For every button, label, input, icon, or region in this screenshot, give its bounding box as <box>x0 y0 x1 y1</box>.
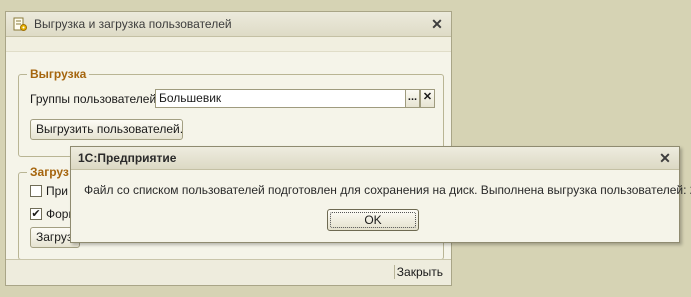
select-button[interactable]: ... <box>405 89 420 108</box>
close-icon[interactable]: ✕ <box>429 16 445 32</box>
focus-ring <box>330 212 416 228</box>
dialog-title: 1С:Предприятие <box>78 151 177 165</box>
ok-button[interactable]: OK <box>327 209 419 231</box>
window-title-bar[interactable]: Выгрузка и загрузка пользователей ✕ <box>6 12 451 37</box>
close-button[interactable]: Закрыть <box>397 265 443 279</box>
import-group-legend: Загруз <box>27 165 72 179</box>
export-group: Выгрузка Группы пользователей: Большевик… <box>18 67 444 157</box>
document-gear-icon <box>13 17 27 31</box>
dialog-message: Файл со списком пользователей подготовле… <box>84 183 691 197</box>
clear-icon[interactable]: ✕ <box>420 89 435 108</box>
checkbox-1[interactable] <box>30 185 42 197</box>
user-groups-field[interactable]: Большевик <box>155 89 406 108</box>
dialog-title-bar[interactable]: 1С:Предприятие ✕ <box>71 147 679 170</box>
checkmark-icon: ✔ <box>31 208 41 220</box>
export-group-legend: Выгрузка <box>27 67 90 81</box>
window-title: Выгрузка и загрузка пользователей <box>34 17 232 31</box>
window-statusbar: Закрыть <box>6 259 451 285</box>
export-users-button[interactable]: Выгрузить пользователей.. <box>30 119 183 140</box>
dialog-close-icon[interactable]: ✕ <box>657 150 673 166</box>
checkbox-2[interactable]: ✔ <box>30 208 42 220</box>
message-dialog: 1С:Предприятие ✕ Файл со списком пользов… <box>70 146 691 243</box>
statusbar-divider <box>394 265 395 279</box>
user-groups-label: Группы пользователей: <box>30 92 160 106</box>
toolbar-strip <box>6 37 451 52</box>
